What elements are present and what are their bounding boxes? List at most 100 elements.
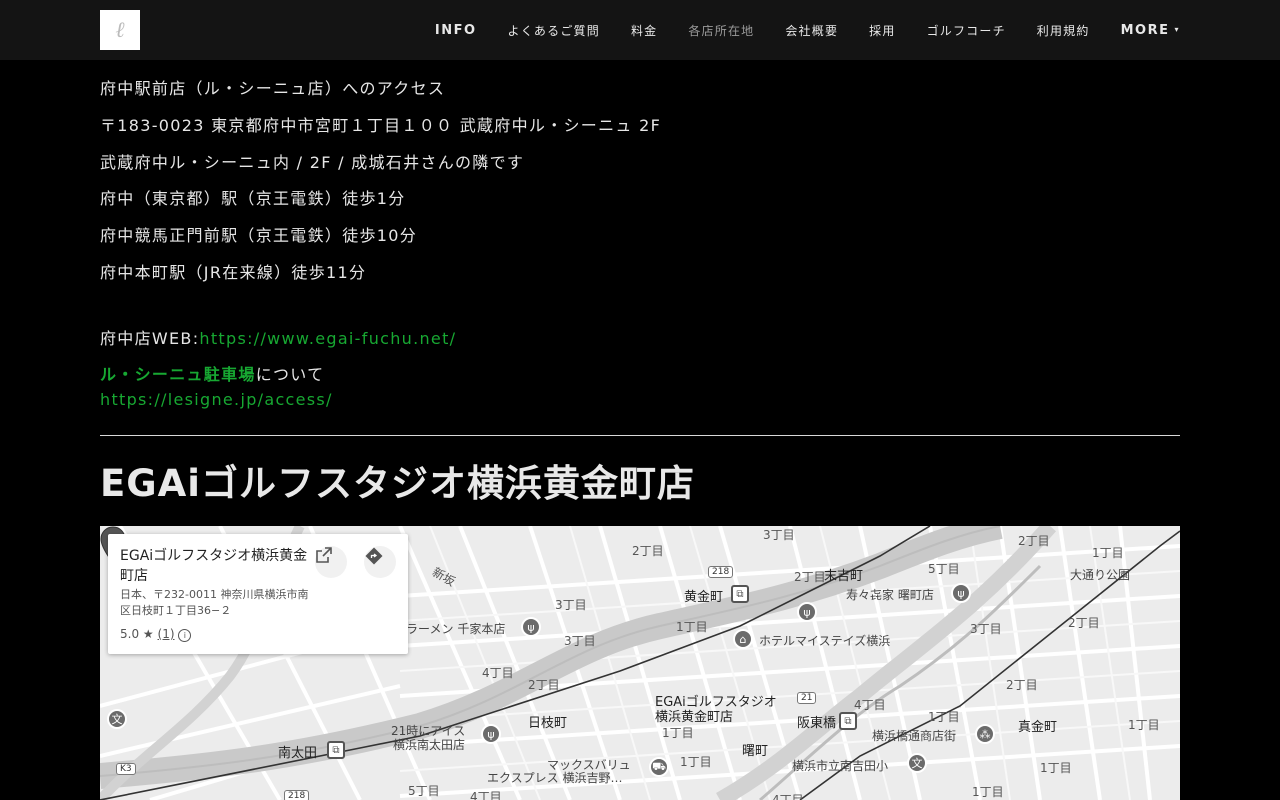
map-label-c2b: 2丁目	[1018, 534, 1050, 548]
access-address: 〒183-0023 東京都府中市宮町１丁目１００ 武蔵府中ル・シーニュ 2F	[100, 116, 662, 135]
top-navigation-bar: ℓ INFO よくあるご質問 料金 各店所在地 会社概要 採用 ゴルフコーチ 利…	[0, 0, 1280, 60]
nav-recruit[interactable]: 採用	[869, 22, 895, 39]
map-label-c1d: 1丁目	[1128, 718, 1160, 732]
school-icon[interactable]: 文	[107, 709, 127, 729]
nav-pricing[interactable]: 料金	[631, 22, 657, 39]
parking-url-link[interactable]: https://lesigne.jp/access/	[100, 390, 333, 409]
nav-locations[interactable]: 各店所在地	[688, 22, 754, 39]
map-label-akebonocho: 曙町	[742, 744, 769, 759]
place-address: 日本、〒232-0011 神奈川県横浜市南区日枝町１丁目36−２	[120, 588, 309, 617]
map-label-magane: 真金町	[1018, 720, 1058, 735]
logo-glyph: ℓ	[115, 18, 125, 43]
map-label-c2f: 2丁目	[1006, 678, 1038, 692]
nav-golf-coach[interactable]: ゴルフコーチ	[927, 22, 1006, 39]
store-title: EGAiゴルフスタジオ横浜黄金町店	[100, 462, 695, 505]
map-label-maxvalu2: エクスプレス 横浜吉野…	[487, 771, 623, 785]
map-label-c3c: 3丁目	[564, 634, 596, 648]
place-rating: 5.0 ★ (1) i	[120, 627, 192, 642]
map-label-c1f: 1丁目	[680, 755, 712, 769]
map-label-c4d: 4丁目	[772, 793, 804, 800]
map-label-c4c: 4丁目	[470, 790, 502, 800]
info-icon[interactable]: i	[178, 629, 192, 642]
map-label-c1a: 1丁目	[1092, 546, 1124, 560]
map-label-c1g: 1丁目	[1040, 761, 1072, 775]
train-station-icon: ⧉	[327, 741, 345, 759]
caret-down-icon: ▾	[1174, 24, 1180, 34]
map-label-hotel: ホテルマイステイズ横浜	[759, 634, 891, 648]
map-label-ice2: 横浜南太田店	[393, 738, 466, 752]
route-k3-shield: K3	[116, 763, 136, 775]
route-218-shield: 218	[284, 790, 310, 800]
web-label: 府中店WEB:	[100, 329, 200, 348]
nav-faq[interactable]: よくあるご質問	[508, 22, 600, 39]
access-route-1: 府中（東京都）駅（京王電鉄）徒歩1分	[100, 189, 406, 208]
restaurant-icon[interactable]: ψ	[951, 583, 971, 603]
embedded-map[interactable]: 2丁目 3丁目 2丁目 1丁目 5丁目 3丁目 2丁目 1丁目 3丁目 3丁目 …	[100, 526, 1180, 800]
map-label-c1c: 1丁目	[928, 710, 960, 724]
map-label-c2d: 2丁目	[1068, 616, 1100, 630]
shopping-icon[interactable]: ⁂	[975, 724, 995, 744]
directions-icon	[365, 547, 383, 565]
map-label-suehirocho: 末吉町	[824, 569, 864, 584]
directions-button[interactable]	[364, 546, 396, 578]
place-info-card: EGAiゴルフスタジオ横浜黄金町店 日本、〒232-0011 神奈川県横浜市南区…	[108, 534, 408, 654]
nav-more-label: MORE	[1120, 22, 1170, 38]
rating-value: 5.0	[120, 627, 140, 641]
open-in-maps-button[interactable]	[315, 546, 347, 578]
map-label-minamiota: 南太田	[278, 746, 318, 761]
shopping-cart-icon[interactable]: ⛟	[649, 757, 669, 777]
web-line: 府中店WEB:https://www.egai-fuchu.net/	[100, 325, 456, 349]
restaurant-icon[interactable]: ψ	[521, 617, 541, 637]
restaurant-icon[interactable]: ψ	[481, 724, 501, 744]
section-divider	[100, 435, 1180, 436]
map-label-hantobashi: 阪東橋	[797, 716, 837, 731]
map-label-koganecho: 黄金町	[684, 590, 724, 605]
parking-suffix: について	[255, 365, 325, 384]
access-building: 武蔵府中ル・シーニュ内 / 2F / 成城石井さんの隣です	[100, 153, 525, 172]
parking-link[interactable]: ル・シーニュ駐車場	[100, 365, 256, 384]
route-218-shield: 218	[708, 566, 734, 578]
map-label-c1e: 1丁目	[662, 726, 694, 740]
access-route-2: 府中競馬正門前駅（京王電鉄）徒歩10分	[100, 226, 418, 245]
map-label-ramen: ラーメン 千家本店	[406, 622, 506, 636]
nav-more[interactable]: MORE ▾	[1121, 23, 1180, 38]
web-link[interactable]: https://www.egai-fuchu.net/	[199, 329, 456, 348]
map-label-c5b: 5丁目	[408, 784, 440, 798]
nav-company[interactable]: 会社概要	[785, 22, 838, 39]
nav-info[interactable]: INFO	[435, 23, 477, 38]
site-logo[interactable]: ℓ	[100, 10, 140, 50]
map-label-c2a: 2丁目	[632, 544, 664, 558]
map-label-odori: 大通り公園	[1070, 568, 1131, 582]
open-in-new-icon	[316, 547, 332, 563]
train-station-icon: ⧉	[731, 585, 749, 603]
map-label-c5a: 5丁目	[928, 562, 960, 576]
rating-count[interactable]: (1)	[158, 627, 175, 641]
map-label-school: 横浜市立南吉田小	[792, 759, 889, 773]
map-label-c2c: 2丁目	[794, 570, 826, 584]
map-label-c4b: 4丁目	[854, 698, 886, 712]
pin-label-line2: 横浜黄金町店	[655, 710, 734, 725]
map-label-shotengai: 横浜橋通商店街	[872, 729, 957, 743]
map-label-c3d: 3丁目	[970, 622, 1002, 636]
subway-station-icon: ⧉	[839, 712, 857, 730]
map-label-c3a: 3丁目	[763, 528, 795, 542]
map-label-c4a: 4丁目	[482, 666, 514, 680]
place-name[interactable]: EGAiゴルフスタジオ横浜黄金町店	[120, 546, 310, 586]
restaurant-icon[interactable]: ψ	[797, 602, 817, 622]
hotel-icon[interactable]: ⌂	[733, 629, 753, 649]
nav-terms[interactable]: 利用規約	[1037, 22, 1090, 39]
main-nav: INFO よくあるご質問 料金 各店所在地 会社概要 採用 ゴルフコーチ 利用規…	[404, 0, 1180, 60]
parking-url-line: https://lesigne.jp/access/	[100, 390, 333, 409]
parking-line: ル・シーニュ駐車場について	[100, 361, 324, 385]
star-icon: ★	[142, 627, 154, 641]
map-label-c1h: 1丁目	[972, 785, 1004, 799]
map-label-sushi: 寿々㐂家 曙町店	[846, 588, 934, 602]
map-label-c1b: 1丁目	[676, 620, 708, 634]
map-label-c2e: 2丁目	[528, 678, 560, 692]
school-icon[interactable]: 文	[907, 753, 927, 773]
access-heading: 府中駅前店（ル・シーニュ店）へのアクセス	[100, 79, 446, 98]
access-route-3: 府中本町駅（JR在来線）徒歩11分	[100, 263, 367, 282]
route-21-shield: 21	[797, 692, 817, 704]
map-label-hiecho: 日枝町	[528, 716, 568, 731]
map-label-c3b: 3丁目	[555, 598, 587, 612]
